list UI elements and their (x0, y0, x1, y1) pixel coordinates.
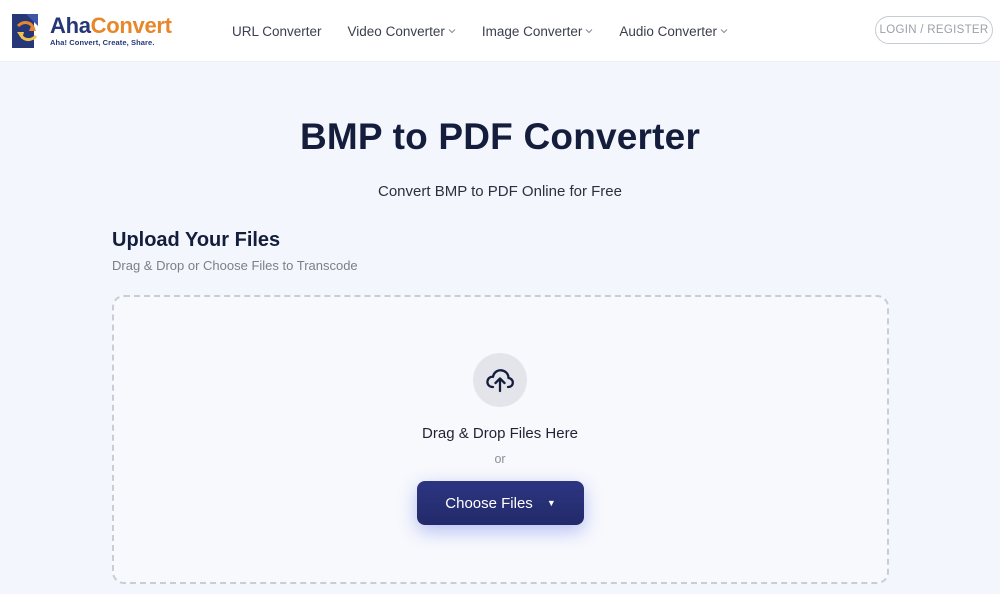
logo-mark-icon (8, 12, 48, 50)
choose-files-button[interactable]: Choose Files ▼ (417, 481, 584, 525)
nav-item-image-converter[interactable]: Image Converter (482, 24, 594, 39)
caret-down-icon: ▼ (546, 498, 556, 508)
chevron-down-icon (720, 29, 728, 34)
choose-files-label: Choose Files (445, 494, 533, 512)
logo-name: AhaConvert (50, 13, 172, 38)
or-separator: or (494, 452, 506, 466)
page-subtitle: Convert BMP to PDF Online for Free (378, 183, 622, 200)
login-register-button[interactable]: LOGIN / REGISTER (875, 16, 993, 44)
logo[interactable]: AhaConvert Aha! Convert, Create, Share. (8, 11, 188, 51)
main-nav: URL Converter Video Converter Image Conv… (232, 0, 754, 62)
logo-text: AhaConvert Aha! Convert, Create, Share. (50, 13, 172, 48)
site-header: AhaConvert Aha! Convert, Create, Share. … (0, 0, 1000, 62)
logo-tagline: Aha! Convert, Create, Share. (50, 38, 155, 47)
cloud-upload-icon (486, 369, 514, 393)
nav-item-audio-converter[interactable]: Audio Converter (619, 24, 728, 39)
upload-heading: Upload Your Files (112, 229, 281, 251)
chevron-down-icon (448, 29, 456, 34)
upload-icon-wrapper (473, 353, 527, 407)
nav-item-video-converter[interactable]: Video Converter (348, 24, 456, 39)
drop-instruction: Drag & Drop Files Here (422, 425, 578, 442)
upload-subheading: Drag & Drop or Choose Files to Transcode (112, 258, 358, 273)
chevron-down-icon (586, 29, 593, 34)
nav-item-url-converter[interactable]: URL Converter (232, 24, 322, 39)
page-title: BMP to PDF Converter (299, 116, 701, 157)
